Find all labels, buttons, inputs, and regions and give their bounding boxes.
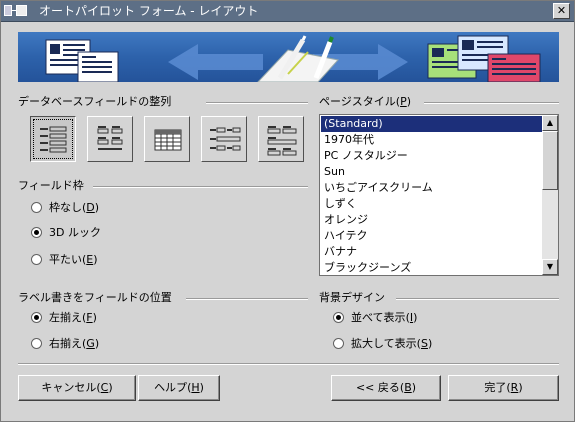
page-style-item[interactable]: いちごアイスクリーム <box>321 180 542 196</box>
close-button[interactable]: ✕ <box>553 3 570 19</box>
page-style-item[interactable]: (Standard) <box>321 116 542 132</box>
arrangement-group-label: データベースフィールドの整列 <box>18 95 175 109</box>
title-bar[interactable]: オートパイロット フォーム - レイアウト ✕ <box>1 1 574 22</box>
field-border-group-label: フィールド枠 <box>18 179 87 193</box>
arrangement-separator <box>206 102 308 104</box>
background-stretch-mnemonic: (S) <box>416 336 433 350</box>
label-align-separator <box>186 298 308 300</box>
background-tile-radio-dot[interactable] <box>333 311 344 323</box>
align-left-mnemonic: (F) <box>82 310 97 324</box>
dialog-window: オートパイロット フォーム - レイアウト ✕ データベースフィールドの整列 フ… <box>0 0 575 422</box>
border-3d-radio-dot[interactable] <box>31 226 42 238</box>
page-style-scrollbar[interactable]: ▲ ▼ <box>542 115 558 275</box>
arrange-blocks-top-button[interactable] <box>258 116 304 162</box>
background-tile-radio[interactable]: 並べて表示 (I) <box>333 309 417 325</box>
arrange-columnar-left-button[interactable] <box>30 116 76 162</box>
background-stretch-radio[interactable]: 拡大して表示 (S) <box>333 335 432 351</box>
columnar-left-labels-icon <box>40 126 67 153</box>
background-separator <box>396 298 559 300</box>
arrange-columnar-top-button[interactable] <box>87 116 133 162</box>
align-left-radio[interactable]: 左揃え (F) <box>31 309 97 325</box>
scroll-up-arrow-icon[interactable]: ▲ <box>542 115 558 131</box>
align-left-label: 左揃え <box>49 311 82 324</box>
page-style-list: (Standard) 1970年代 PC ノスタルジー Sun いちごアイスクリ… <box>321 116 542 276</box>
page-style-listbox[interactable]: (Standard) 1970年代 PC ノスタルジー Sun いちごアイスクリ… <box>319 114 559 276</box>
page-style-item[interactable]: PC ノスタルジー <box>321 148 542 164</box>
border-none-mnemonic: (D) <box>82 200 100 214</box>
wizard-banner-image <box>18 32 559 82</box>
align-right-label: 右揃え <box>49 337 82 350</box>
bottom-separator <box>18 363 559 365</box>
page-style-separator <box>424 102 559 104</box>
finish-button[interactable]: 完了(R) <box>448 375 559 401</box>
page-style-item[interactable]: しずく <box>321 196 542 212</box>
form-colored-document-icon <box>427 35 541 82</box>
page-style-item[interactable]: オレンジ <box>321 212 542 228</box>
border-flat-label: 平たい <box>49 253 82 266</box>
align-right-mnemonic: (G) <box>82 336 100 350</box>
border-flat-radio[interactable]: 平たい (E) <box>31 251 98 267</box>
align-right-radio[interactable]: 右揃え (G) <box>31 335 99 351</box>
app-icon <box>4 4 35 18</box>
in-blocks-top-labels-icon <box>267 126 297 156</box>
background-tile-mnemonic: (I) <box>405 310 418 324</box>
align-right-radio-dot[interactable] <box>31 337 42 349</box>
help-button[interactable]: ヘルプ(H) <box>138 375 220 401</box>
page-style-item[interactable]: Sun <box>321 164 542 180</box>
label-align-group-label: ラベル書きをフィールドの位置 <box>18 291 175 305</box>
arrange-datasheet-button[interactable] <box>144 116 190 162</box>
page-style-item[interactable]: 1970年代 <box>321 132 542 148</box>
border-none-radio[interactable]: 枠なし (D) <box>31 199 99 215</box>
scroll-thumb[interactable] <box>542 131 558 190</box>
datasheet-icon <box>154 129 182 151</box>
arrange-blocks-left-button[interactable] <box>201 116 247 162</box>
page-style-group-label: ページスタイル(P) <box>319 95 415 109</box>
in-blocks-left-labels-icon <box>210 127 241 151</box>
border-flat-radio-dot[interactable] <box>31 253 42 265</box>
background-stretch-label: 拡大して表示 <box>351 337 417 350</box>
background-stretch-radio-dot[interactable] <box>333 337 344 349</box>
border-none-radio-dot[interactable] <box>31 201 42 213</box>
page-style-item[interactable]: バナナ <box>321 244 542 260</box>
field-border-separator <box>93 186 308 188</box>
page-style-item[interactable]: ハイテク <box>321 228 542 244</box>
border-flat-mnemonic: (E) <box>82 252 98 266</box>
page-style-item[interactable]: ブラックジーンズ <box>321 260 542 276</box>
background-group-label: 背景デザイン <box>319 291 388 305</box>
border-none-label: 枠なし <box>49 201 82 214</box>
border-3d-label: 3D ルック <box>49 226 101 239</box>
background-tile-label: 並べて表示 <box>351 311 406 324</box>
back-button[interactable]: << 戻る(B) <box>331 375 441 401</box>
scroll-down-arrow-icon[interactable]: ▼ <box>542 259 558 275</box>
window-title: オートパイロット フォーム - レイアウト <box>39 4 259 18</box>
form-document-icon <box>45 39 119 82</box>
align-left-radio-dot[interactable] <box>31 311 42 323</box>
cancel-button[interactable]: キャンセル(C) <box>18 375 136 401</box>
columnar-top-labels-icon <box>97 126 123 150</box>
border-3d-radio[interactable]: 3D ルック <box>31 224 101 240</box>
